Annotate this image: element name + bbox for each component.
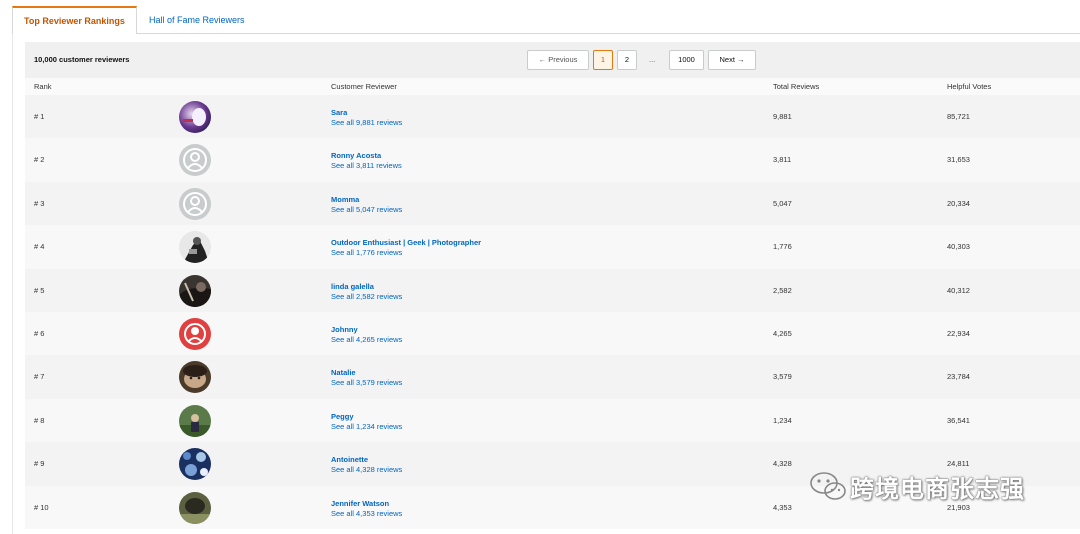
see-all-reviews-link[interactable]: See all 1,234 reviews	[331, 422, 402, 432]
table-row: # 1 Sara See all 9,881 reviews 9,881 85,…	[25, 95, 1080, 139]
table-row: # 6 Johnny See all 4,265 reviews 4,265 2…	[25, 312, 1080, 356]
total-reviews-cell: 1,234	[773, 415, 792, 425]
reviewer-name-link[interactable]: Sara	[331, 108, 402, 118]
avatar[interactable]	[179, 361, 211, 394]
avatar[interactable]	[179, 187, 211, 220]
reviewer-cell: Outdoor Enthusiast | Geek | Photographer…	[331, 238, 481, 258]
helpful-votes-cell: 40,312	[947, 285, 970, 295]
total-reviews-cell: 3,579	[773, 372, 792, 382]
column-header-helpful-votes: Helpful Votes	[947, 82, 992, 91]
avatar[interactable]	[179, 231, 211, 264]
see-all-reviews-link[interactable]: See all 5,047 reviews	[331, 205, 402, 215]
reviewer-cell: Ronny Acosta See all 3,811 reviews	[331, 151, 402, 171]
rank-cell: # 8	[34, 415, 45, 425]
avatar[interactable]	[179, 448, 211, 481]
reviewer-name-link[interactable]: Johnny	[331, 325, 402, 335]
rankings-toolbar: 10,000 customer reviewers ← Previous 1 2…	[25, 42, 1080, 78]
total-reviews-cell: 2,582	[773, 285, 792, 295]
rank-cell: # 2	[34, 155, 45, 165]
reviewer-name-link[interactable]: Peggy	[331, 412, 402, 422]
see-all-reviews-link[interactable]: See all 4,265 reviews	[331, 335, 402, 345]
rank-cell: # 10	[34, 502, 49, 512]
helpful-votes-cell: 40,303	[947, 242, 970, 252]
tab-hall-of-fame-reviewers[interactable]: Hall of Fame Reviewers	[138, 6, 256, 34]
helpful-votes-cell: 31,653	[947, 155, 970, 165]
reviewer-count: 10,000 customer reviewers	[34, 55, 130, 64]
helpful-votes-cell: 36,541	[947, 415, 970, 425]
wechat-icon	[810, 472, 846, 500]
avatar[interactable]	[179, 318, 211, 350]
reviewer-name-link[interactable]: Jennifer Watson	[331, 499, 402, 509]
table-row: # 2 Ronny Acosta See all 3,811 reviews 3…	[25, 138, 1080, 182]
reviewer-cell: Johnny See all 4,265 reviews	[331, 325, 402, 345]
total-reviews-cell: 3,811	[773, 155, 792, 165]
rank-cell: # 5	[34, 285, 45, 295]
table-header: Rank Customer Reviewer Total Reviews Hel…	[25, 78, 1080, 95]
page-button-1000[interactable]: 1000	[669, 50, 704, 70]
tab-bar: Top Reviewer Rankings Hall of Fame Revie…	[12, 6, 1080, 35]
reviewer-name-link[interactable]: Outdoor Enthusiast | Geek | Photographer	[331, 238, 481, 248]
reviewer-cell: Natalie See all 3,579 reviews	[331, 368, 402, 388]
watermark-text: 跨境电商张志强	[850, 475, 1025, 503]
page-button-1[interactable]: 1	[593, 50, 613, 70]
see-all-reviews-link[interactable]: See all 2,582 reviews	[331, 292, 402, 302]
reviewer-cell: Jennifer Watson See all 4,353 reviews	[331, 499, 402, 519]
table-row: # 5 linda galella See all 2,582 reviews …	[25, 268, 1080, 312]
total-reviews-cell: 9,881	[773, 112, 792, 121]
rankings-panel: 10,000 customer reviewers ← Previous 1 2…	[12, 34, 1080, 534]
helpful-votes-cell: 20,334	[947, 198, 970, 208]
reviewer-name-link[interactable]: Antoinette	[331, 455, 402, 465]
rank-cell: # 9	[34, 459, 45, 469]
rank-cell: # 7	[34, 372, 45, 382]
avatar[interactable]	[179, 274, 211, 307]
rank-cell: # 1	[34, 112, 45, 121]
avatar[interactable]	[179, 144, 211, 177]
reviewer-cell: Antoinette See all 4,328 reviews	[331, 455, 402, 475]
reviewer-name-link[interactable]: Momma	[331, 195, 402, 205]
total-reviews-cell: 4,328	[773, 459, 792, 469]
pagination-ellipsis: ...	[649, 55, 656, 64]
table-row: # 7 Natalie See all 3,579 reviews 3,579 …	[25, 355, 1080, 399]
reviewer-cell: Sara See all 9,881 reviews	[331, 108, 402, 128]
avatar[interactable]	[179, 491, 211, 524]
previous-page-button[interactable]: ← Previous	[527, 50, 589, 70]
reviewer-name-link[interactable]: Ronny Acosta	[331, 151, 402, 161]
reviewer-name-link[interactable]: linda galella	[331, 282, 402, 292]
table-row: # 3 Momma See all 5,047 reviews 5,047 20…	[25, 181, 1080, 226]
total-reviews-cell: 4,265	[773, 329, 792, 338]
reviewer-cell: Momma See all 5,047 reviews	[331, 195, 402, 215]
column-header-reviewer: Customer Reviewer	[331, 82, 397, 91]
helpful-votes-cell: 23,784	[947, 372, 970, 382]
see-all-reviews-link[interactable]: See all 9,881 reviews	[331, 118, 402, 128]
see-all-reviews-link[interactable]: See all 4,353 reviews	[331, 509, 402, 519]
table-row: # 8 Peggy See all 1,234 reviews 1,234 36…	[25, 398, 1080, 443]
see-all-reviews-link[interactable]: See all 3,579 reviews	[331, 378, 402, 388]
see-all-reviews-link[interactable]: See all 3,811 reviews	[331, 161, 402, 171]
column-header-rank: Rank	[34, 82, 52, 91]
avatar[interactable]	[179, 101, 211, 133]
rank-cell: # 6	[34, 329, 45, 338]
avatar[interactable]	[179, 404, 211, 437]
rank-cell: # 4	[34, 242, 45, 252]
table-row: # 4 Outdoor Enthusiast | Geek | Photogra…	[25, 225, 1080, 269]
total-reviews-cell: 5,047	[773, 198, 792, 208]
column-header-total-reviews: Total Reviews	[773, 82, 820, 91]
reviewer-cell: Peggy See all 1,234 reviews	[331, 412, 402, 432]
rank-cell: # 3	[34, 198, 45, 208]
helpful-votes-cell: 22,934	[947, 329, 970, 338]
see-all-reviews-link[interactable]: See all 4,328 reviews	[331, 465, 402, 475]
helpful-votes-cell: 85,721	[947, 112, 970, 121]
reviewer-cell: linda galella See all 2,582 reviews	[331, 282, 402, 302]
tab-top-reviewer-rankings[interactable]: Top Reviewer Rankings	[12, 6, 137, 35]
total-reviews-cell: 4,353	[773, 502, 792, 512]
page-button-2[interactable]: 2	[617, 50, 637, 70]
reviewer-name-link[interactable]: Natalie	[331, 368, 402, 378]
total-reviews-cell: 1,776	[773, 242, 792, 252]
next-page-button[interactable]: Next →	[708, 50, 756, 70]
see-all-reviews-link[interactable]: See all 1,776 reviews	[331, 248, 481, 258]
watermark: 跨境电商张志强	[808, 468, 1025, 504]
